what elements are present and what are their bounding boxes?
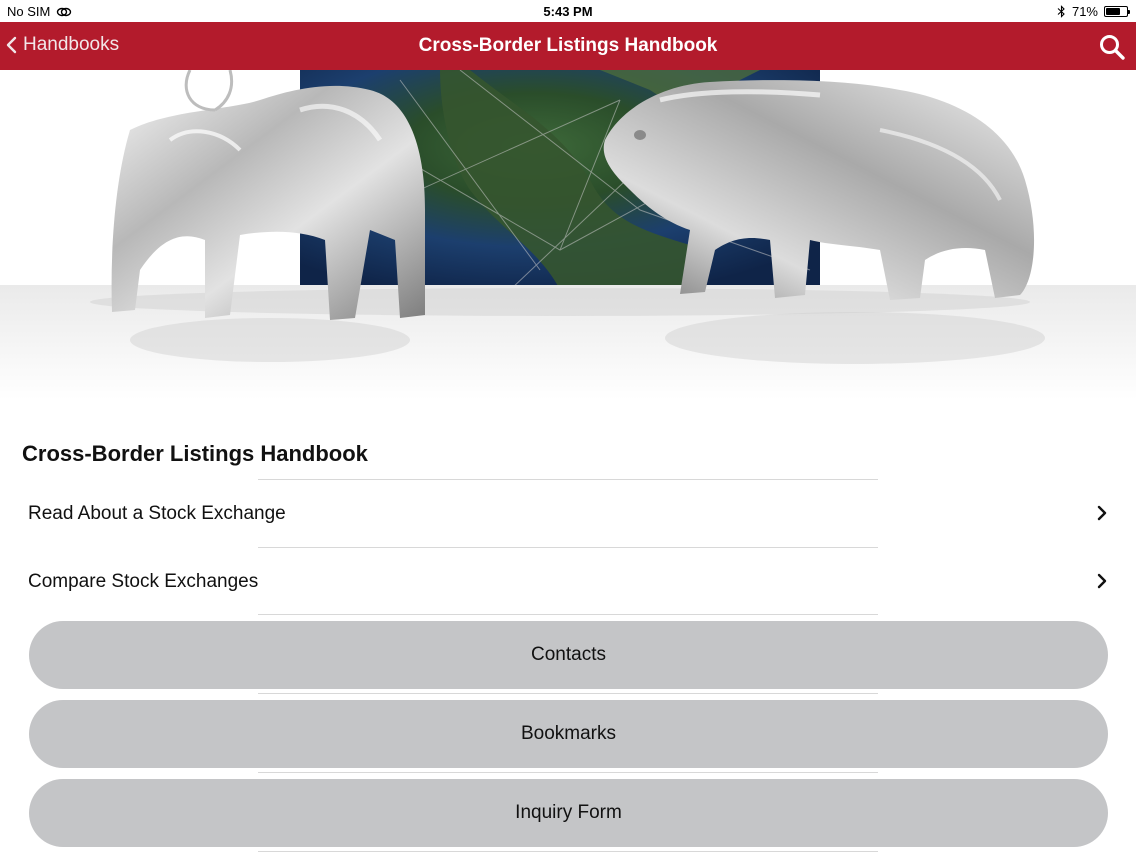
status-time: 5:43 PM bbox=[543, 4, 593, 19]
divider bbox=[258, 772, 878, 773]
battery-percent: 71% bbox=[1071, 4, 1098, 19]
bluetooth-icon bbox=[1057, 5, 1065, 18]
divider bbox=[258, 479, 878, 480]
inquiry-form-button-label: Inquiry Form bbox=[515, 802, 622, 823]
chevron-right-icon bbox=[1097, 573, 1107, 589]
battery-icon bbox=[1104, 6, 1130, 17]
chevron-right-icon bbox=[1097, 505, 1107, 521]
chevron-left-icon bbox=[6, 36, 17, 54]
status-right: 71% bbox=[1057, 4, 1130, 19]
bull-bear-globe-illustration bbox=[0, 70, 1136, 400]
row-read-about-stock-exchange[interactable]: Read About a Stock Exchange bbox=[0, 481, 1136, 547]
inquiry-form-button[interactable]: Inquiry Form bbox=[29, 779, 1108, 847]
contacts-button[interactable]: Contacts bbox=[29, 621, 1108, 689]
status-bar: No SIM 5:43 PM 71% bbox=[0, 0, 1136, 22]
hero-image bbox=[0, 70, 1136, 400]
row-compare-stock-exchanges[interactable]: Compare Stock Exchanges bbox=[0, 549, 1136, 615]
bookmarks-button[interactable]: Bookmarks bbox=[29, 700, 1108, 768]
navigation-bar: Handbooks Cross-Border Listings Handbook bbox=[0, 22, 1136, 70]
contacts-button-label: Contacts bbox=[531, 644, 606, 665]
back-button-label: Handbooks bbox=[23, 34, 120, 55]
nav-title: Cross-Border Listings Handbook bbox=[418, 35, 718, 56]
divider bbox=[258, 614, 878, 615]
bookmarks-button-label: Bookmarks bbox=[520, 723, 617, 744]
back-button[interactable]: Handbooks bbox=[6, 34, 119, 56]
divider bbox=[258, 693, 878, 694]
battery-fill bbox=[1106, 8, 1121, 15]
divider bbox=[258, 547, 878, 548]
row-label: Read About a Stock Exchange bbox=[28, 503, 286, 524]
row-label: Compare Stock Exchanges bbox=[28, 571, 259, 592]
section-title: Cross-Border Listings Handbook bbox=[22, 441, 368, 466]
search-icon[interactable] bbox=[1098, 33, 1126, 61]
